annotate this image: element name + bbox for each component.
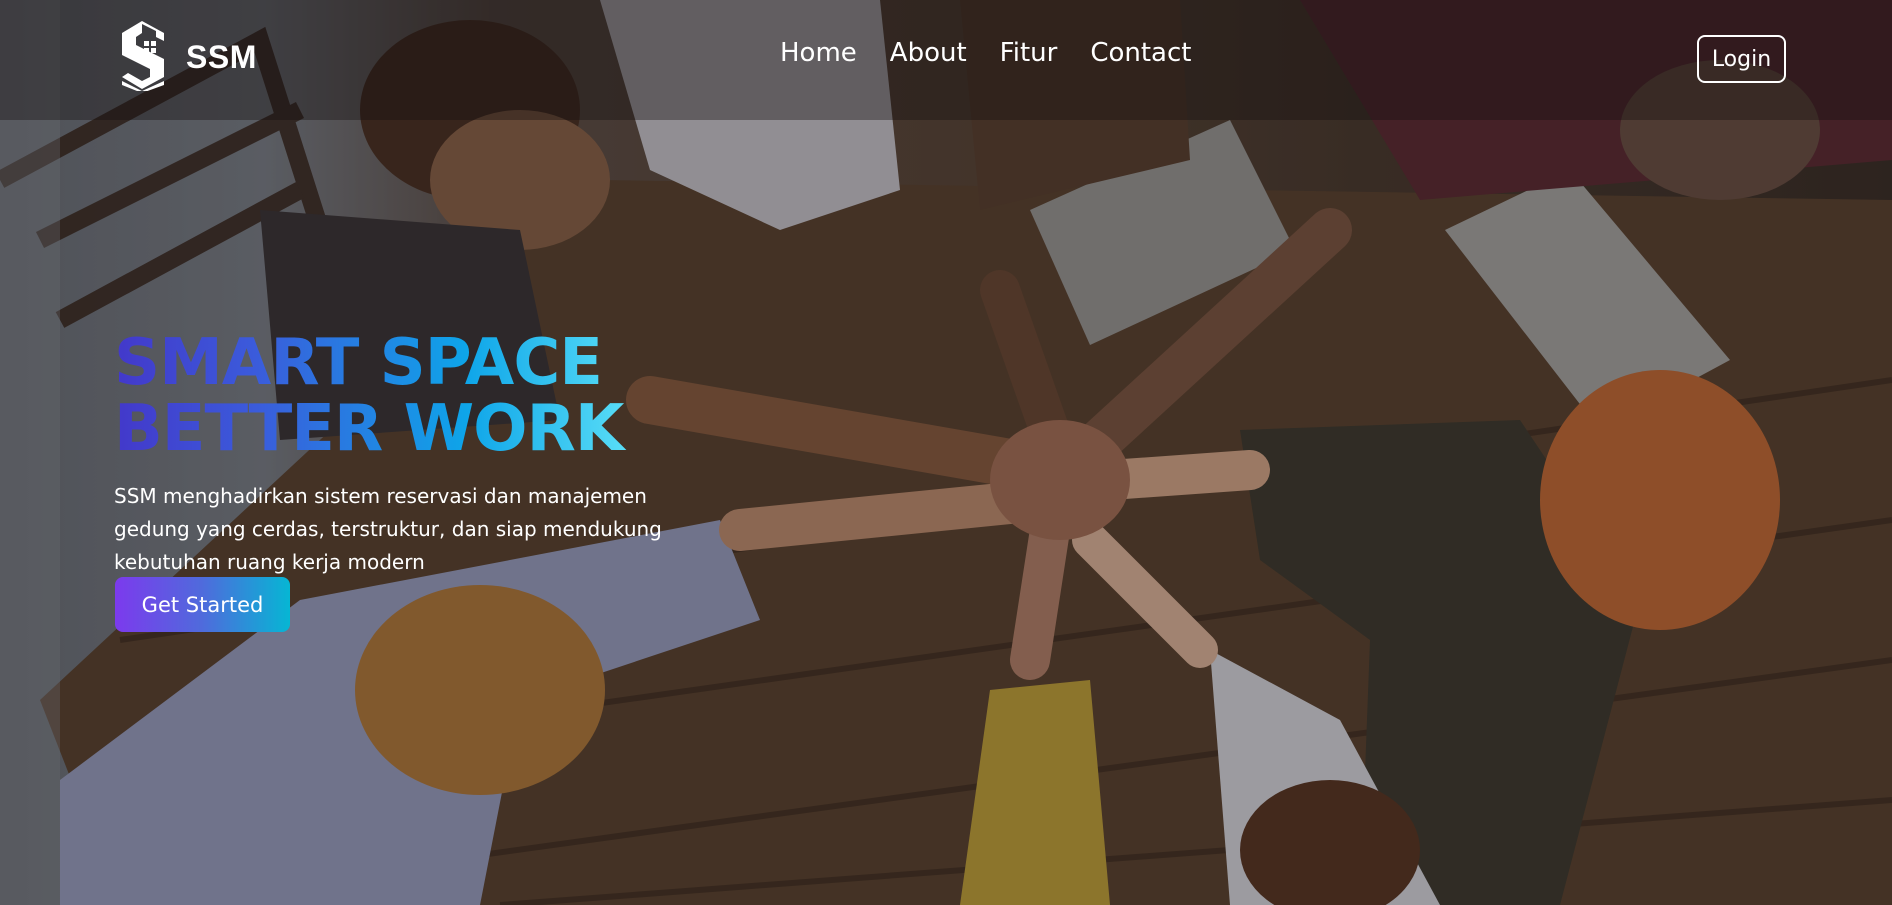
nav-link-fitur[interactable]: Fitur	[1000, 38, 1058, 68]
hero-title-line-1: SMART SPACE	[114, 326, 602, 400]
nav-link-about[interactable]: About	[890, 38, 967, 68]
hero-title-line-2: BETTER WORK	[114, 392, 624, 466]
navbar: SSM Home About Fitur Contact Login	[0, 0, 1892, 120]
landing-page: SSM Home About Fitur Contact Login SMART…	[0, 0, 1892, 905]
login-button[interactable]: Login	[1697, 35, 1786, 83]
hero-title: SMART SPACE BETTER WORK	[114, 330, 754, 462]
get-started-button[interactable]: Get Started	[115, 577, 290, 632]
nav-link-contact[interactable]: Contact	[1090, 38, 1191, 68]
nav-links: Home About Fitur Contact	[780, 38, 1191, 68]
ssm-building-logo-icon	[120, 19, 166, 96]
hero-description: SSM menghadirkan sistem reservasi dan ma…	[114, 484, 662, 574]
brand-logo-link[interactable]: SSM	[120, 20, 257, 94]
nav-link-home[interactable]: Home	[780, 38, 857, 68]
brand-name: SSM	[186, 38, 257, 75]
